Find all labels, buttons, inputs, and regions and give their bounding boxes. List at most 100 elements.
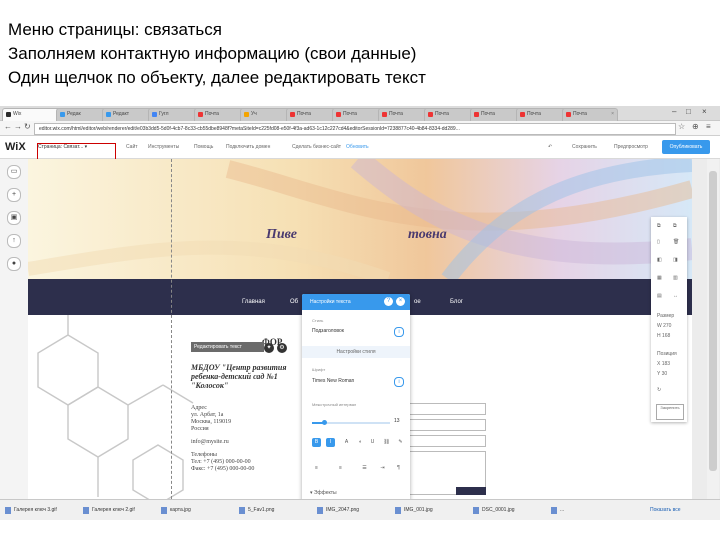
preview-link[interactable]: Предпросмотр (614, 144, 648, 150)
address-block[interactable]: Адрес ул. Арбат, 1а Москва, 119019 Росси… (191, 405, 301, 473)
download-item[interactable]: ... (550, 505, 600, 516)
download-item[interactable]: Галерея ключ 2.gif (82, 505, 164, 516)
rotate-icon[interactable]: ↻ (657, 387, 661, 393)
pen-icon[interactable]: ✎ (396, 438, 405, 447)
menu-icon[interactable]: ≡ (706, 122, 711, 131)
underline-icon[interactable]: U (368, 438, 377, 447)
show-all-link[interactable]: Показать все (650, 505, 708, 516)
extension-icon[interactable]: ⊕ (692, 122, 699, 131)
nav-home[interactable]: Главная (242, 299, 265, 305)
menu-site[interactable]: Сайт (126, 144, 138, 150)
download-label: IMG_2047.png (326, 507, 360, 513)
highlight-icon[interactable]: ◐ (356, 438, 365, 447)
close-icon[interactable]: × (611, 109, 614, 120)
address-label: Адрес (191, 405, 207, 411)
right-tool-panel: ⧉ ⧉ ▯ 🗑 ◧ ◨ ▦ ▥ ▤ ↔ Размер W 270 H 168 П… (651, 217, 687, 422)
hero-title[interactable]: Пиве (266, 227, 297, 243)
align-left-icon[interactable]: ≡ (312, 464, 321, 473)
italic-icon[interactable]: I (326, 438, 335, 447)
back-icon[interactable]: ← (4, 122, 12, 131)
download-label: ... (560, 507, 565, 513)
minimize-icon[interactable]: – (672, 107, 676, 116)
distribute-icon[interactable]: ▥ (673, 275, 678, 281)
download-label: карта.jpg (170, 507, 191, 513)
tab-label: Почта (573, 111, 587, 117)
hero-title-end[interactable]: товна (408, 227, 447, 243)
download-item[interactable]: Галерея ключ 3.gif (4, 505, 86, 516)
stretch-icon[interactable]: ↔ (673, 293, 678, 299)
copy-icon[interactable]: ⧉ (657, 223, 661, 229)
edit-text-badge[interactable]: Редактировать текст (191, 342, 264, 352)
pin-button[interactable]: Закрепить (656, 404, 684, 420)
publish-button[interactable]: Опубликовать (662, 140, 710, 154)
link-icon[interactable]: ⛓ (382, 438, 391, 447)
menu-upgrade[interactable]: Обновить (346, 144, 369, 150)
font-dropdown[interactable]: Times New Roman (312, 378, 354, 384)
send-button[interactable] (456, 487, 486, 495)
settings-icon[interactable]: ⚙ (277, 343, 287, 353)
size-value[interactable]: 13 (394, 418, 400, 424)
forward-icon[interactable]: → (14, 122, 22, 131)
tab-item[interactable]: Почта × (562, 108, 618, 121)
institution-text[interactable]: МБДОУ "Центр развития ребенка-детский са… (191, 363, 301, 390)
match-size-icon[interactable]: ▤ (657, 293, 662, 299)
duplicate-icon[interactable]: ▯ (657, 239, 660, 245)
info-icon[interactable]: i (394, 327, 404, 337)
add-icon[interactable]: + (7, 188, 21, 202)
height-value[interactable]: H 168 (657, 333, 670, 339)
hero-lines (28, 159, 692, 279)
menu-business-site[interactable]: Сделать бизнес-сайт (292, 144, 341, 150)
menu-tools[interactable]: Инструменты (148, 144, 179, 150)
align-center-icon[interactable]: ≡ (336, 464, 345, 473)
menu-connect-domain[interactable]: Подключить домен (226, 144, 270, 150)
bold-icon[interactable]: B (312, 438, 321, 447)
download-item[interactable]: IMG_2047.png (316, 505, 398, 516)
download-label: Галерея ключ 2.gif (92, 507, 135, 513)
style-settings-section[interactable]: Настройки стиля (302, 346, 410, 358)
url-input[interactable]: editor.wix.com/html/editor/web/renderer/… (34, 123, 676, 135)
star-icon[interactable]: ☆ (678, 122, 685, 131)
y-value[interactable]: Y 30 (657, 371, 667, 377)
align-icon[interactable]: ▦ (657, 275, 662, 281)
animation-icon[interactable]: ✦ (264, 343, 274, 353)
scrollbar-thumb[interactable] (709, 171, 717, 471)
nav-blog[interactable]: Блог (450, 299, 463, 305)
bring-forward-icon[interactable]: ◧ (657, 257, 662, 263)
caption-line-1: Меню страницы: связаться (8, 20, 222, 39)
width-value[interactable]: W 270 (657, 323, 671, 329)
close-icon[interactable]: × (396, 297, 405, 306)
reload-icon[interactable]: ↻ (24, 122, 31, 131)
apps-icon[interactable]: ● (7, 257, 21, 271)
text-color-icon[interactable]: A (342, 438, 351, 447)
save-link[interactable]: Сохранить (572, 144, 597, 150)
nav-about[interactable]: Об (290, 299, 298, 305)
upload-icon[interactable]: ↑ (7, 234, 21, 248)
x-value[interactable]: X 183 (657, 361, 670, 367)
paste-icon[interactable]: ⧉ (673, 223, 677, 229)
download-item[interactable]: карта.jpg (160, 505, 242, 516)
tab-strip: Wix× Редак× Редакт× Гугл× Почта× Уч× Поч… (0, 106, 720, 121)
menus-pages-icon[interactable]: ▭ (7, 165, 21, 179)
direction-icon[interactable]: ¶ (394, 464, 403, 473)
download-item[interactable]: DSC_0001.jpg (472, 505, 554, 516)
list-icon[interactable]: ☰ (360, 464, 369, 473)
size-slider[interactable] (312, 420, 390, 425)
style-dropdown[interactable]: Подзаголовок (312, 328, 344, 334)
help-icon[interactable]: ? (384, 297, 393, 306)
scrollbar[interactable] (707, 159, 719, 499)
nav-item[interactable]: ое (414, 299, 421, 305)
effects-toggle[interactable]: ▾ Эффекты (310, 490, 337, 496)
background-icon[interactable]: ▣ (7, 211, 21, 225)
tab-label: Гугл (159, 111, 169, 117)
info-icon[interactable]: i (394, 377, 404, 387)
download-item[interactable]: IMG_001.jpg (394, 505, 476, 516)
indent-icon[interactable]: ⇥ (378, 464, 387, 473)
download-label: IMG_001.jpg (404, 507, 433, 513)
undo-icon[interactable]: ↶ (548, 144, 552, 150)
download-item[interactable]: 5_Fav1.png (238, 505, 320, 516)
menu-help[interactable]: Помощь (194, 144, 213, 150)
send-back-icon[interactable]: ◨ (673, 257, 678, 263)
close-window-icon[interactable]: × (702, 107, 707, 116)
delete-icon[interactable]: 🗑 (673, 239, 679, 245)
maximize-icon[interactable]: □ (686, 107, 691, 116)
